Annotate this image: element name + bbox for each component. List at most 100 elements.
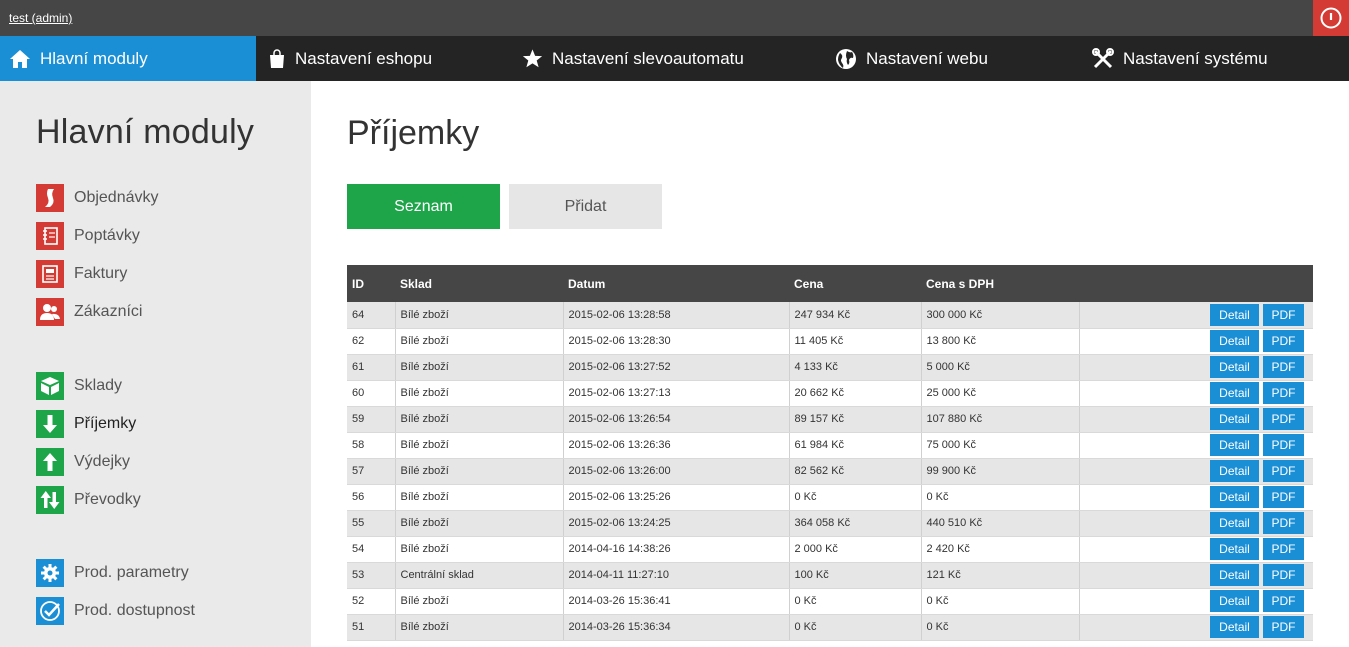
cell-price: 0 Kč	[789, 588, 922, 615]
shopping-bag-icon	[270, 48, 284, 68]
detail-button[interactable]: Detail	[1210, 356, 1259, 378]
nav-item-system-settings[interactable]: Nastavení systému	[1082, 36, 1349, 81]
notebook-icon	[36, 222, 64, 250]
pdf-button[interactable]: PDF	[1263, 356, 1304, 378]
table-row: 62 Bílé zboží 2015-02-06 13:28:30 11 405 Kč…	[347, 328, 1313, 355]
cell-id: 57	[347, 458, 396, 485]
sidebar-item-transfers[interactable]: Převodky	[36, 486, 141, 514]
cell-date: 2014-03-26 15:36:34	[563, 614, 790, 641]
cell-actions: Detail PDF	[1079, 536, 1313, 563]
table-row: 61 Bílé zboží 2015-02-06 13:27:52 4 133 Kč 5…	[347, 354, 1313, 381]
table-header-row: ID Sklad Datum Cena Cena s DPH	[347, 265, 1313, 302]
cell-actions: Detail PDF	[1079, 380, 1313, 407]
sidebar-item-label: Prod. parametry	[74, 564, 189, 581]
detail-button[interactable]: Detail	[1210, 512, 1259, 534]
cell-actions: Detail PDF	[1079, 406, 1313, 433]
pdf-button[interactable]: PDF	[1263, 330, 1304, 352]
cell-date: 2014-04-11 11:27:10	[563, 562, 790, 589]
logout-button[interactable]	[1313, 0, 1349, 36]
cell-date: 2014-03-26 15:36:41	[563, 588, 790, 615]
nav-item-eshop-settings[interactable]: Nastavení eshopu	[256, 36, 512, 81]
sidebar-item-invoices[interactable]: Faktury	[36, 260, 127, 288]
arrow-down-icon	[36, 410, 64, 438]
cell-date: 2015-02-06 13:26:54	[563, 406, 790, 433]
detail-button[interactable]: Detail	[1210, 590, 1259, 612]
tab-list[interactable]: Seznam	[347, 184, 500, 229]
table-row: 59 Bílé zboží 2015-02-06 13:26:54 89 157 Kč…	[347, 406, 1313, 433]
cell-price: 89 157 Kč	[789, 406, 922, 433]
pdf-button[interactable]: PDF	[1263, 408, 1304, 430]
user-link[interactable]: test (admin)	[9, 11, 72, 25]
column-header-id[interactable]: ID	[347, 265, 395, 302]
column-header-warehouse[interactable]: Sklad	[395, 265, 563, 302]
column-header-price[interactable]: Cena	[789, 265, 921, 302]
tab-add[interactable]: Přidat	[509, 184, 662, 229]
sidebar-item-receipts[interactable]: Příjemky	[36, 410, 136, 438]
cell-id: 61	[347, 354, 396, 381]
detail-button[interactable]: Detail	[1210, 303, 1259, 326]
cell-price-vat: 75 000 Kč	[921, 432, 1080, 459]
sidebar-item-issues[interactable]: Výdejky	[36, 448, 130, 476]
detail-button[interactable]: Detail	[1210, 408, 1259, 430]
cell-warehouse: Bílé zboží	[395, 302, 564, 329]
sidebar: Hlavní moduly Objednávky Poptávky Faktur…	[0, 81, 311, 647]
column-header-price-vat[interactable]: Cena s DPH	[921, 265, 1079, 302]
detail-button[interactable]: Detail	[1210, 564, 1259, 586]
pdf-button[interactable]: PDF	[1263, 616, 1304, 638]
detail-button[interactable]: Detail	[1210, 538, 1259, 560]
cell-actions: Detail PDF	[1079, 432, 1313, 459]
sidebar-item-product-parameters[interactable]: Prod. parametry	[36, 559, 189, 587]
cell-price: 2 000 Kč	[789, 536, 922, 563]
cell-actions: Detail PDF	[1079, 510, 1313, 537]
sidebar-item-orders[interactable]: Objednávky	[36, 184, 159, 212]
main-nav: Hlavní moduly Nastavení eshopu Nastavení…	[0, 36, 1349, 81]
cell-date: 2015-02-06 13:24:25	[563, 510, 790, 537]
pdf-button[interactable]: PDF	[1263, 512, 1304, 534]
pdf-button[interactable]: PDF	[1263, 460, 1304, 482]
sidebar-item-customers[interactable]: Zákazníci	[36, 298, 142, 326]
cell-price: 0 Kč	[789, 614, 922, 641]
column-header-actions	[1079, 265, 1313, 302]
cell-warehouse: Bílé zboží	[395, 614, 564, 641]
detail-button[interactable]: Detail	[1210, 486, 1259, 508]
pdf-button[interactable]: PDF	[1263, 538, 1304, 560]
column-header-date[interactable]: Datum	[563, 265, 789, 302]
star-icon	[522, 49, 543, 68]
arrow-up-icon	[36, 448, 64, 476]
detail-button[interactable]: Detail	[1210, 460, 1259, 482]
pdf-button[interactable]: PDF	[1263, 434, 1304, 456]
detail-button[interactable]: Detail	[1210, 330, 1259, 352]
nav-item-discount-settings[interactable]: Nastavení slevoautomatu	[512, 36, 812, 81]
order-icon	[36, 184, 64, 212]
sidebar-item-inquiries[interactable]: Poptávky	[36, 222, 140, 250]
pdf-button[interactable]: PDF	[1263, 303, 1304, 326]
table-row: 54 Bílé zboží 2014-04-16 14:38:26 2 000 Kč 2…	[347, 536, 1313, 563]
table-row: 51 Bílé zboží 2014-03-26 15:36:34 0 Kč 0 Kč D…	[347, 614, 1313, 641]
table-row: 58 Bílé zboží 2015-02-06 13:26:36 61 984 Kč…	[347, 432, 1313, 459]
nav-item-label: Nastavení slevoautomatu	[552, 48, 744, 68]
detail-button[interactable]: Detail	[1210, 616, 1259, 638]
receipts-table: ID Sklad Datum Cena Cena s DPH 64 Bílé zb…	[347, 265, 1313, 641]
pdf-button[interactable]: PDF	[1263, 564, 1304, 586]
table-row: 64 Bílé zboží 2015-02-06 13:28:58 247 934 K…	[347, 302, 1313, 329]
warehouse-icon	[36, 372, 64, 400]
cell-date: 2015-02-06 13:28:58	[563, 302, 790, 329]
pdf-button[interactable]: PDF	[1263, 382, 1304, 404]
cell-id: 64	[347, 302, 396, 329]
cell-warehouse: Centrální sklad	[395, 562, 564, 589]
cell-id: 55	[347, 510, 396, 537]
nav-item-label: Nastavení eshopu	[295, 48, 433, 68]
cell-price: 61 984 Kč	[789, 432, 922, 459]
sidebar-item-warehouses[interactable]: Sklady	[36, 372, 122, 400]
nav-item-main-modules[interactable]: Hlavní moduly	[0, 36, 256, 81]
pdf-button[interactable]: PDF	[1263, 590, 1304, 612]
pdf-button[interactable]: PDF	[1263, 486, 1304, 508]
nav-item-web-settings[interactable]: Nastavení webu	[812, 36, 1082, 81]
table-row: 52 Bílé zboží 2014-03-26 15:36:41 0 Kč 0 Kč D…	[347, 588, 1313, 615]
detail-button[interactable]: Detail	[1210, 382, 1259, 404]
customers-icon	[36, 298, 64, 326]
page-title: Příjemky	[347, 114, 480, 152]
sidebar-item-product-availability[interactable]: Prod. dostupnost	[36, 597, 195, 625]
cell-actions: Detail PDF	[1079, 614, 1313, 641]
detail-button[interactable]: Detail	[1210, 434, 1259, 456]
